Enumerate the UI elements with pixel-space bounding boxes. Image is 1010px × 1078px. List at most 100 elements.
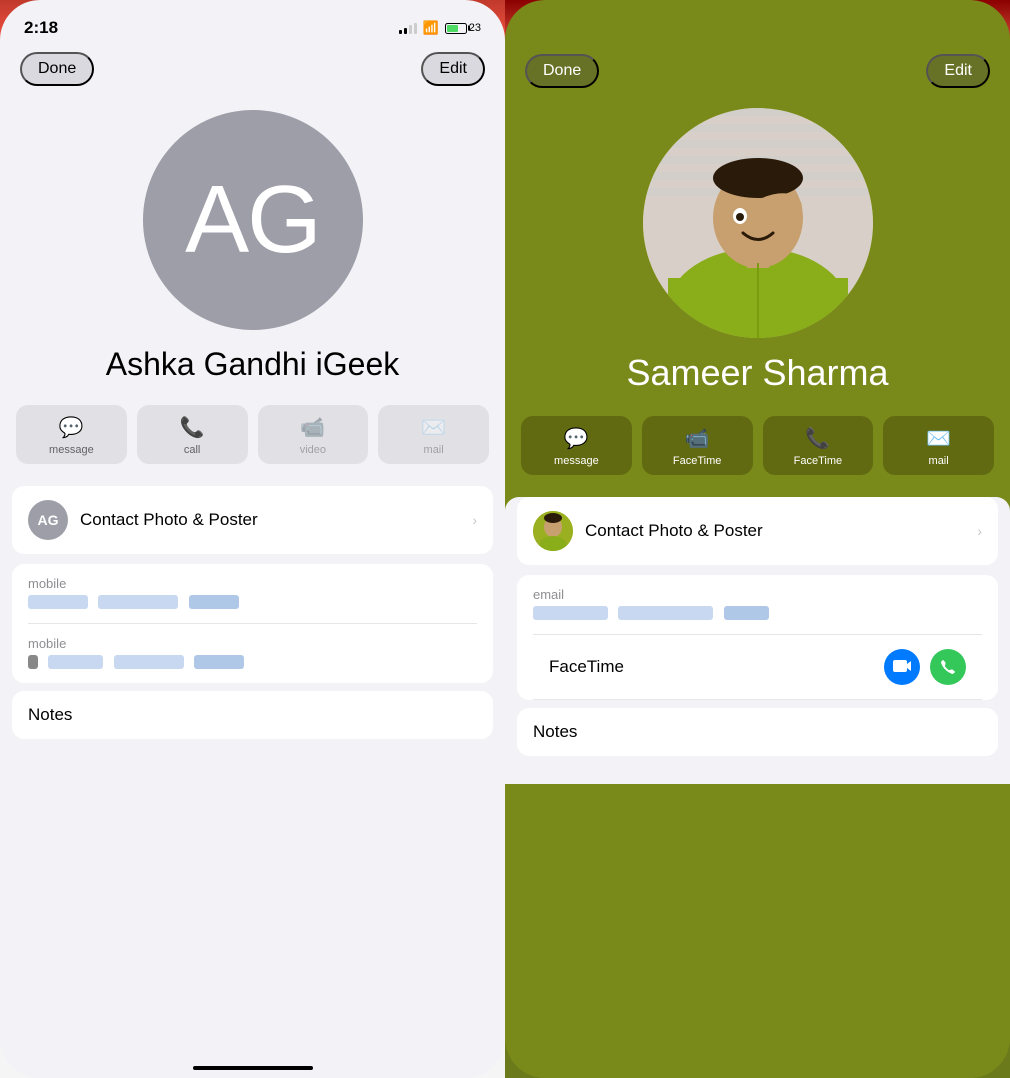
phone-icon <box>940 659 956 675</box>
blur-seg-4 <box>48 655 103 669</box>
action-mail-left[interactable]: ✉️ mail <box>378 405 489 464</box>
signal-bar-4 <box>414 23 417 34</box>
status-icons-left: 📶 23 <box>399 20 481 36</box>
mobile-value-2-left <box>28 655 477 671</box>
status-bar-left: 2:18 📶 23 <box>0 0 505 48</box>
blur-seg-1 <box>28 595 88 609</box>
cpp-avatar-left: AG <box>28 500 68 540</box>
avatar-initials-left: AG <box>185 165 320 275</box>
action-call-left[interactable]: 📞 call <box>137 405 248 464</box>
call-icon-left: 📞 <box>180 415 205 440</box>
avatar-section-right: Sameer Sharma <box>505 92 1010 404</box>
done-button-left[interactable]: Done <box>20 52 94 86</box>
cpp-initials-left: AG <box>38 512 59 528</box>
action-facetime-audio-right[interactable]: 📞 FaceTime <box>763 416 874 475</box>
info-section-left: mobile mobile <box>12 564 493 683</box>
signal-bar-3 <box>409 25 412 34</box>
email-label-right: email <box>533 587 982 602</box>
left-screen: 2:18 📶 23 Done Edit <box>0 0 505 1078</box>
time-left: 2:18 <box>24 18 58 38</box>
wifi-icon-left: 📶 <box>423 20 439 36</box>
email-row-right: email <box>533 575 982 635</box>
email-blur-3 <box>724 606 769 620</box>
message-label-right: message <box>554 455 599 467</box>
cpp-label-left: Contact Photo & Poster <box>80 510 258 530</box>
mail-icon-left: ✉️ <box>421 415 446 440</box>
signal-bar-2 <box>404 28 407 34</box>
facetime-video-label-right: FaceTime <box>673 455 722 467</box>
action-video-left[interactable]: 📹 video <box>258 405 369 464</box>
contact-name-right: Sameer Sharma <box>610 352 904 394</box>
avatar-circle-left: AG <box>143 110 363 330</box>
video-label-left: video <box>300 444 326 456</box>
action-mail-right[interactable]: ✉️ mail <box>883 416 994 475</box>
cpp-row-left[interactable]: AG Contact Photo & Poster › <box>12 486 493 554</box>
mobile-value-1-left <box>28 595 477 611</box>
mail-label-right: mail <box>929 455 949 467</box>
facetime-audio-label-right: FaceTime <box>794 455 843 467</box>
top-buttons-right: Done Edit <box>505 0 1010 92</box>
facetime-row-right: FaceTime <box>533 635 982 700</box>
cpp-row-right[interactable]: Contact Photo & Poster › <box>517 497 998 565</box>
video-icon-left: 📹 <box>300 415 325 440</box>
cpp-person-mini <box>533 511 573 551</box>
cpp-chevron-left: › <box>472 512 477 528</box>
signal-bar-1 <box>399 30 402 34</box>
cpp-label-right: Contact Photo & Poster <box>585 521 763 541</box>
email-value-right <box>533 606 982 622</box>
content-area-right: Contact Photo & Poster › email FaceTime <box>505 497 1010 784</box>
action-facetime-video-right[interactable]: 📹 FaceTime <box>642 416 753 475</box>
mobile-row-1-left: mobile <box>28 564 477 624</box>
cpp-chevron-right: › <box>977 523 982 539</box>
mobile-label-2-left: mobile <box>28 636 477 651</box>
blur-seg-2 <box>98 595 178 609</box>
top-buttons-left: Done Edit <box>0 48 505 90</box>
email-blur-1 <box>533 606 608 620</box>
notes-label-right: Notes <box>533 722 577 741</box>
battery-body-left <box>445 23 467 34</box>
notes-row-right: Notes <box>517 708 998 756</box>
mail-label-left: mail <box>424 444 444 456</box>
facetime-icons-right <box>884 649 966 685</box>
facetime-audio-btn[interactable] <box>930 649 966 685</box>
blur-seg-5 <box>114 655 184 669</box>
content-area-left: AG Contact Photo & Poster › mobile mobil… <box>0 486 505 767</box>
avatar-photo-right <box>643 108 873 338</box>
action-message-left[interactable]: 💬 message <box>16 405 127 464</box>
avatar-section-left: AG Ashka Gandhi iGeek <box>0 90 505 393</box>
video-camera-icon <box>893 660 911 674</box>
notes-row-left: Notes <box>12 691 493 739</box>
blur-seg-6 <box>194 655 244 669</box>
left-phone: 2:18 📶 23 Done Edit <box>0 0 505 1078</box>
email-blur-2 <box>618 606 713 620</box>
facetime-video-icon-right: 📹 <box>685 426 710 451</box>
mobile-label-1-left: mobile <box>28 576 477 591</box>
actions-row-right: 💬 message 📹 FaceTime 📞 FaceTime ✉️ mail <box>505 404 1010 487</box>
facetime-video-btn[interactable] <box>884 649 920 685</box>
battery-percent-left: 23 <box>469 22 481 34</box>
actions-row-left: 💬 message 📞 call 📹 video ✉️ mail <box>0 393 505 476</box>
notes-label-left: Notes <box>28 705 72 724</box>
right-screen: Done Edit <box>505 0 1010 1078</box>
action-message-right[interactable]: 💬 message <box>521 416 632 475</box>
mobile-row-2-left: mobile <box>28 624 477 683</box>
mail-icon-right: ✉️ <box>926 426 951 451</box>
person-svg <box>643 108 873 338</box>
blur-seg-3 <box>189 595 239 609</box>
message-label-left: message <box>49 444 94 456</box>
blur-dot-left <box>28 655 38 669</box>
message-icon-left: 💬 <box>59 415 84 440</box>
home-indicator-left <box>193 1066 313 1070</box>
contact-name-left: Ashka Gandhi iGeek <box>90 346 416 383</box>
call-label-left: call <box>184 444 201 456</box>
info-section-right: email FaceTime <box>517 575 998 700</box>
facetime-audio-icon-right: 📞 <box>805 426 830 451</box>
cpp-avatar-photo-right <box>533 511 573 551</box>
battery-left: 23 <box>445 22 481 34</box>
facetime-label-right: FaceTime <box>549 657 624 677</box>
signal-bars-left <box>399 23 417 34</box>
edit-button-left[interactable]: Edit <box>421 52 485 86</box>
done-button-right[interactable]: Done <box>525 54 599 88</box>
edit-button-right[interactable]: Edit <box>926 54 990 88</box>
message-icon-right: 💬 <box>564 426 589 451</box>
